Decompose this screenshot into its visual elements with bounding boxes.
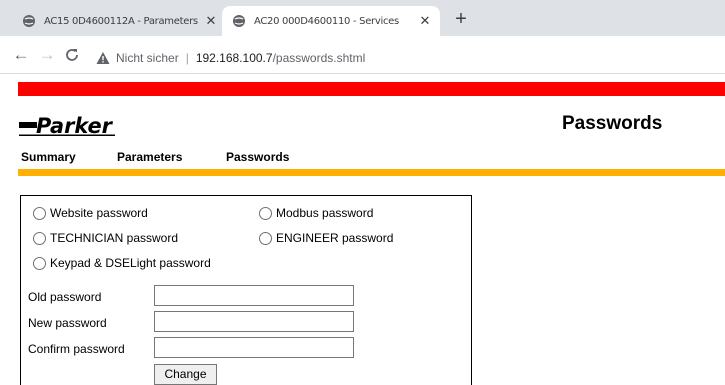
address-bar[interactable]: Nicht sicher | 192.168.100.7/passwords.s… [92, 44, 725, 72]
reload-icon[interactable] [63, 46, 81, 64]
confirm-password-label: Confirm password [28, 342, 125, 356]
radio-button[interactable] [259, 206, 272, 220]
tab-title: AC20 000D4600110 - Services [254, 15, 399, 27]
svg-text:Parker: Parker [36, 114, 114, 138]
nav-link-summary[interactable]: Summary [21, 150, 76, 164]
password-form: Website password Modbus password TECHNIC… [20, 195, 472, 385]
new-password-field[interactable] [154, 311, 354, 332]
browser-tab-parameters[interactable]: AC15 0D4600112A - Parameters ✕ [12, 6, 226, 36]
radio-label: Website password [50, 206, 148, 220]
radio-button[interactable] [33, 206, 46, 220]
url-path: /passwords.shtml [272, 51, 366, 65]
radio-label: ENGINEER password [276, 231, 394, 245]
header-accent-bar [18, 169, 725, 176]
close-icon[interactable]: ✕ [414, 13, 436, 29]
tab-title: AC15 0D4600112A - Parameters [44, 15, 198, 27]
close-icon[interactable]: ✕ [200, 13, 222, 29]
security-label[interactable]: Nicht sicher [116, 51, 179, 65]
radio-website-password[interactable]: Website password [33, 206, 148, 220]
url-host: 192.168.100.7 [195, 51, 273, 65]
globe-icon [233, 15, 245, 27]
browser-tab-services[interactable]: AC20 000D4600110 - Services ✕ [222, 6, 440, 36]
radio-label: Modbus password [276, 206, 374, 220]
omnibox-divider: | [185, 51, 189, 65]
nav-link-passwords[interactable]: Passwords [226, 150, 289, 164]
radio-engineer-password[interactable]: ENGINEER password [259, 231, 393, 245]
new-password-label: New password [28, 316, 107, 330]
old-password-field[interactable] [154, 285, 354, 306]
radio-modbus-password[interactable]: Modbus password [259, 206, 373, 220]
globe-icon [23, 15, 35, 27]
radio-keypad-password[interactable]: Keypad & DSELight password [33, 256, 211, 270]
radio-button[interactable] [33, 256, 46, 270]
warning-icon[interactable] [96, 51, 110, 65]
radio-label: TECHNICIAN password [50, 231, 179, 245]
new-tab-button[interactable]: + [451, 9, 471, 30]
page-title: Passwords [562, 113, 663, 134]
parker-logo: Parker [19, 114, 115, 138]
change-button[interactable]: Change [154, 364, 217, 385]
radio-button[interactable] [33, 231, 46, 245]
back-arrow-icon[interactable]: ← [12, 46, 30, 64]
radio-button[interactable] [259, 231, 272, 245]
old-password-label: Old password [28, 290, 102, 304]
confirm-password-field[interactable] [154, 337, 354, 358]
nav-link-parameters[interactable]: Parameters [117, 150, 182, 164]
browser-tab-strip: AC15 0D4600112A - Parameters ✕ AC20 000D… [0, 0, 725, 36]
radio-technician-password[interactable]: TECHNICIAN password [33, 231, 178, 245]
forward-arrow-icon[interactable]: → [38, 46, 56, 64]
header-red-bar [18, 82, 725, 96]
radio-label: Keypad & DSELight password [50, 256, 211, 270]
